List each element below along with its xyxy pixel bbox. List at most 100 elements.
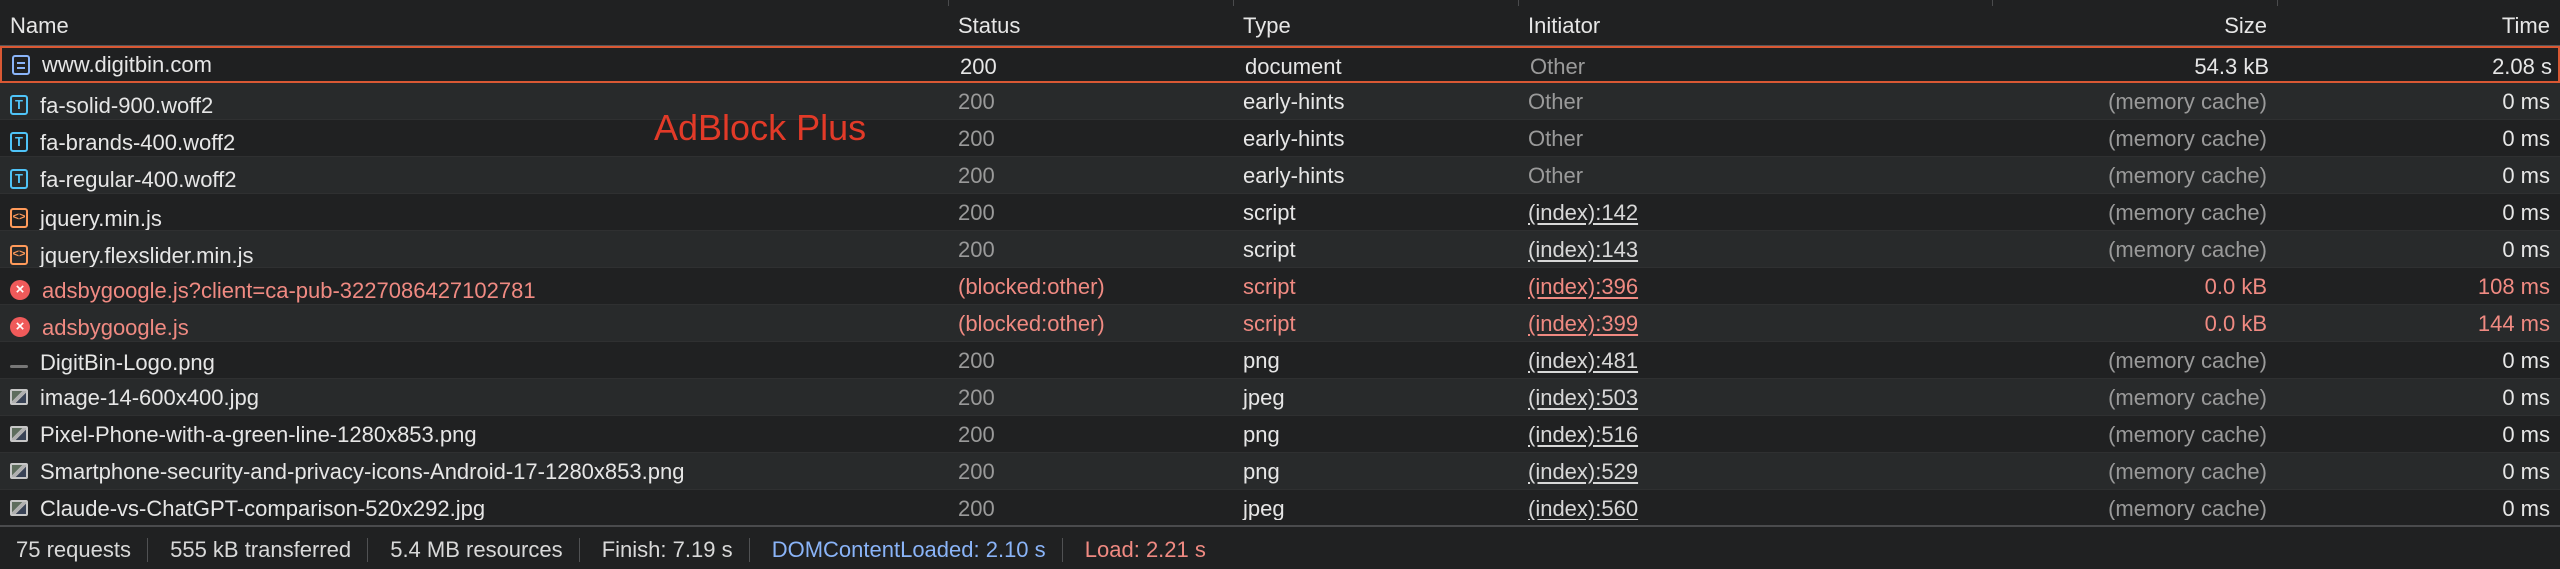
initiator-link[interactable]: (index):399: [1528, 311, 1638, 336]
table-row[interactable]: × adsbygoogle.js?client=ca-pub-3227086427…: [0, 268, 2560, 305]
request-size-cell: (memory cache): [2108, 126, 2267, 151]
initiator-link[interactable]: (index):396: [1528, 274, 1638, 299]
table-row[interactable]: Pixel-Phone-with-a-green-line-1280x853.p…: [0, 416, 2560, 453]
table-row[interactable]: DigitBin-Logo.png 200 png (index):481 (memor…: [0, 342, 2560, 379]
image-icon: [10, 500, 28, 516]
column-header-name[interactable]: Name: [0, 6, 948, 45]
table-row[interactable]: www.digitbin.com 200 document Other 54.3 kB 2…: [0, 46, 2560, 83]
initiator-link[interactable]: (index):143: [1528, 237, 1638, 262]
request-name-cell[interactable]: Smartphone-security-and-privacy-icons-An…: [0, 453, 948, 489]
column-header-size[interactable]: Size: [1992, 6, 2277, 45]
request-name: jquery.flexslider.min.js: [40, 242, 254, 268]
request-size-cell: (memory cache): [2108, 459, 2267, 484]
request-time-cell: 0 ms: [2502, 237, 2550, 262]
request-name: fa-brands-400.woff2: [40, 129, 236, 155]
initiator-link[interactable]: (index):503: [1528, 385, 1638, 410]
column-header-status[interactable]: Status: [948, 6, 1233, 45]
request-time-cell: 0 ms: [2502, 348, 2550, 373]
request-type-cell: png: [1243, 422, 1280, 447]
request-initiator-cell: (index):503: [1518, 379, 1992, 415]
request-initiator-cell: (index):396: [1518, 268, 1992, 304]
request-size-cell: (memory cache): [2108, 422, 2267, 447]
column-header-time[interactable]: Time: [2277, 6, 2560, 45]
request-time-cell: 0 ms: [2502, 200, 2550, 225]
network-request-table: Name Status Type Initiator Size Time www…: [0, 0, 2560, 520]
request-name-cell[interactable]: Claude-vs-ChatGPT-comparison-520x292.jpg: [0, 490, 948, 520]
table-header-row: Name Status Type Initiator Size Time: [0, 6, 2560, 46]
request-name-wrap: Smartphone-security-and-privacy-icons-An…: [10, 453, 684, 489]
request-name: image-14-600x400.jpg: [40, 384, 259, 410]
request-name-wrap: Tfa-brands-400.woff2: [10, 124, 235, 156]
request-status-cell: 200: [958, 163, 995, 188]
image-icon: [10, 463, 28, 479]
request-name: adsbygoogle.js?client=ca-pub-32270864271…: [42, 277, 536, 303]
request-size-cell: (memory cache): [2108, 89, 2267, 114]
image-icon: [10, 389, 28, 405]
initiator-link[interactable]: (index):529: [1528, 459, 1638, 484]
image-placeholder-icon: [10, 365, 28, 368]
table-row[interactable]: <> jquery.flexslider.min.js 200 script (inde…: [0, 231, 2560, 268]
request-time-cell: 0 ms: [2502, 126, 2550, 151]
table-row[interactable]: Tfa-brands-400.woff2 200 early-hints Other (…: [0, 120, 2560, 157]
request-name-wrap: Pixel-Phone-with-a-green-line-1280x853.p…: [10, 416, 477, 452]
script-icon: <>: [10, 245, 28, 265]
request-type-cell: script: [1243, 274, 1296, 299]
request-name-cell[interactable]: www.digitbin.com: [2, 48, 950, 81]
request-name-wrap: × adsbygoogle.js: [10, 309, 189, 341]
script-icon: <>: [10, 208, 28, 228]
request-size-cell: (memory cache): [2108, 348, 2267, 373]
table-row[interactable]: image-14-600x400.jpg 200 jpeg (index):503 (m…: [0, 379, 2560, 416]
dom-content-loaded-time: DOMContentLoaded: 2.10 s: [756, 538, 1063, 563]
request-time-cell: 0 ms: [2502, 459, 2550, 484]
request-time-cell: 0 ms: [2502, 422, 2550, 447]
request-name: Pixel-Phone-with-a-green-line-1280x853.p…: [40, 421, 477, 447]
request-type-cell: early-hints: [1243, 126, 1345, 151]
request-status-cell: 200: [958, 200, 995, 225]
request-initiator-cell: (index):516: [1518, 416, 1992, 452]
table-row[interactable]: Tfa-regular-400.woff2 200 early-hints Other…: [0, 157, 2560, 194]
initiator-link[interactable]: (index):560: [1528, 496, 1638, 520]
request-initiator-cell: (index):143: [1518, 231, 1992, 267]
font-icon: T: [10, 132, 28, 152]
request-name-wrap: Tfa-solid-900.woff2: [10, 87, 213, 119]
initiator-link[interactable]: (index):481: [1528, 348, 1638, 373]
requests-count: 75 requests: [0, 538, 148, 563]
request-name-cell[interactable]: <> jquery.min.js: [0, 194, 948, 230]
table-row[interactable]: × adsbygoogle.js (blocked:other) script (ind…: [0, 305, 2560, 342]
request-initiator-cell: (index):560: [1518, 490, 1992, 520]
request-initiator-cell: Other: [1518, 83, 1992, 119]
column-header-initiator[interactable]: Initiator: [1518, 6, 1992, 45]
request-status-cell: 200: [958, 496, 995, 520]
initiator-link[interactable]: (index):142: [1528, 200, 1638, 225]
table-row[interactable]: Tfa-solid-900.woff2 200 early-hints Other (m…: [0, 83, 2560, 120]
request-type-cell: png: [1243, 459, 1280, 484]
request-name: www.digitbin.com: [42, 52, 212, 77]
request-name-cell[interactable]: image-14-600x400.jpg: [0, 379, 948, 415]
request-status-cell: (blocked:other): [958, 311, 1105, 336]
table-row[interactable]: <> jquery.min.js 200 script (index):142 (memo…: [0, 194, 2560, 231]
column-header-type[interactable]: Type: [1233, 6, 1518, 45]
font-icon: T: [10, 95, 28, 115]
initiator-link[interactable]: (index):516: [1528, 422, 1638, 447]
request-name: adsbygoogle.js: [42, 314, 189, 340]
request-name-cell[interactable]: DigitBin-Logo.png: [0, 342, 948, 378]
request-size-cell: (memory cache): [2108, 496, 2267, 520]
adblock-plus-label: AdBlock Plus: [654, 107, 867, 148]
request-name-cell[interactable]: <> jquery.flexslider.min.js: [0, 231, 948, 267]
request-size-cell: 54.3 kB: [2194, 54, 2269, 79]
initiator-text: Other: [1528, 163, 1584, 188]
request-type-cell: early-hints: [1243, 163, 1345, 188]
request-name-cell[interactable]: Pixel-Phone-with-a-green-line-1280x853.p…: [0, 416, 948, 452]
request-name-wrap: <> jquery.min.js: [10, 200, 162, 230]
request-initiator-cell: (index):399: [1518, 305, 1992, 341]
request-size-cell: (memory cache): [2108, 163, 2267, 188]
table-row[interactable]: Smartphone-security-and-privacy-icons-An…: [0, 453, 2560, 490]
request-name-wrap: www.digitbin.com: [12, 48, 212, 81]
error-icon: ×: [10, 280, 30, 300]
request-size-cell: (memory cache): [2108, 385, 2267, 410]
table-row[interactable]: Claude-vs-ChatGPT-comparison-520x292.jpg…: [0, 490, 2560, 520]
request-name-cell[interactable]: Tfa-regular-400.woff2: [0, 157, 948, 193]
request-name-cell[interactable]: × adsbygoogle.js: [0, 305, 948, 341]
request-name-cell[interactable]: × adsbygoogle.js?client=ca-pub-3227086427…: [0, 268, 948, 304]
font-icon: T: [10, 169, 28, 189]
